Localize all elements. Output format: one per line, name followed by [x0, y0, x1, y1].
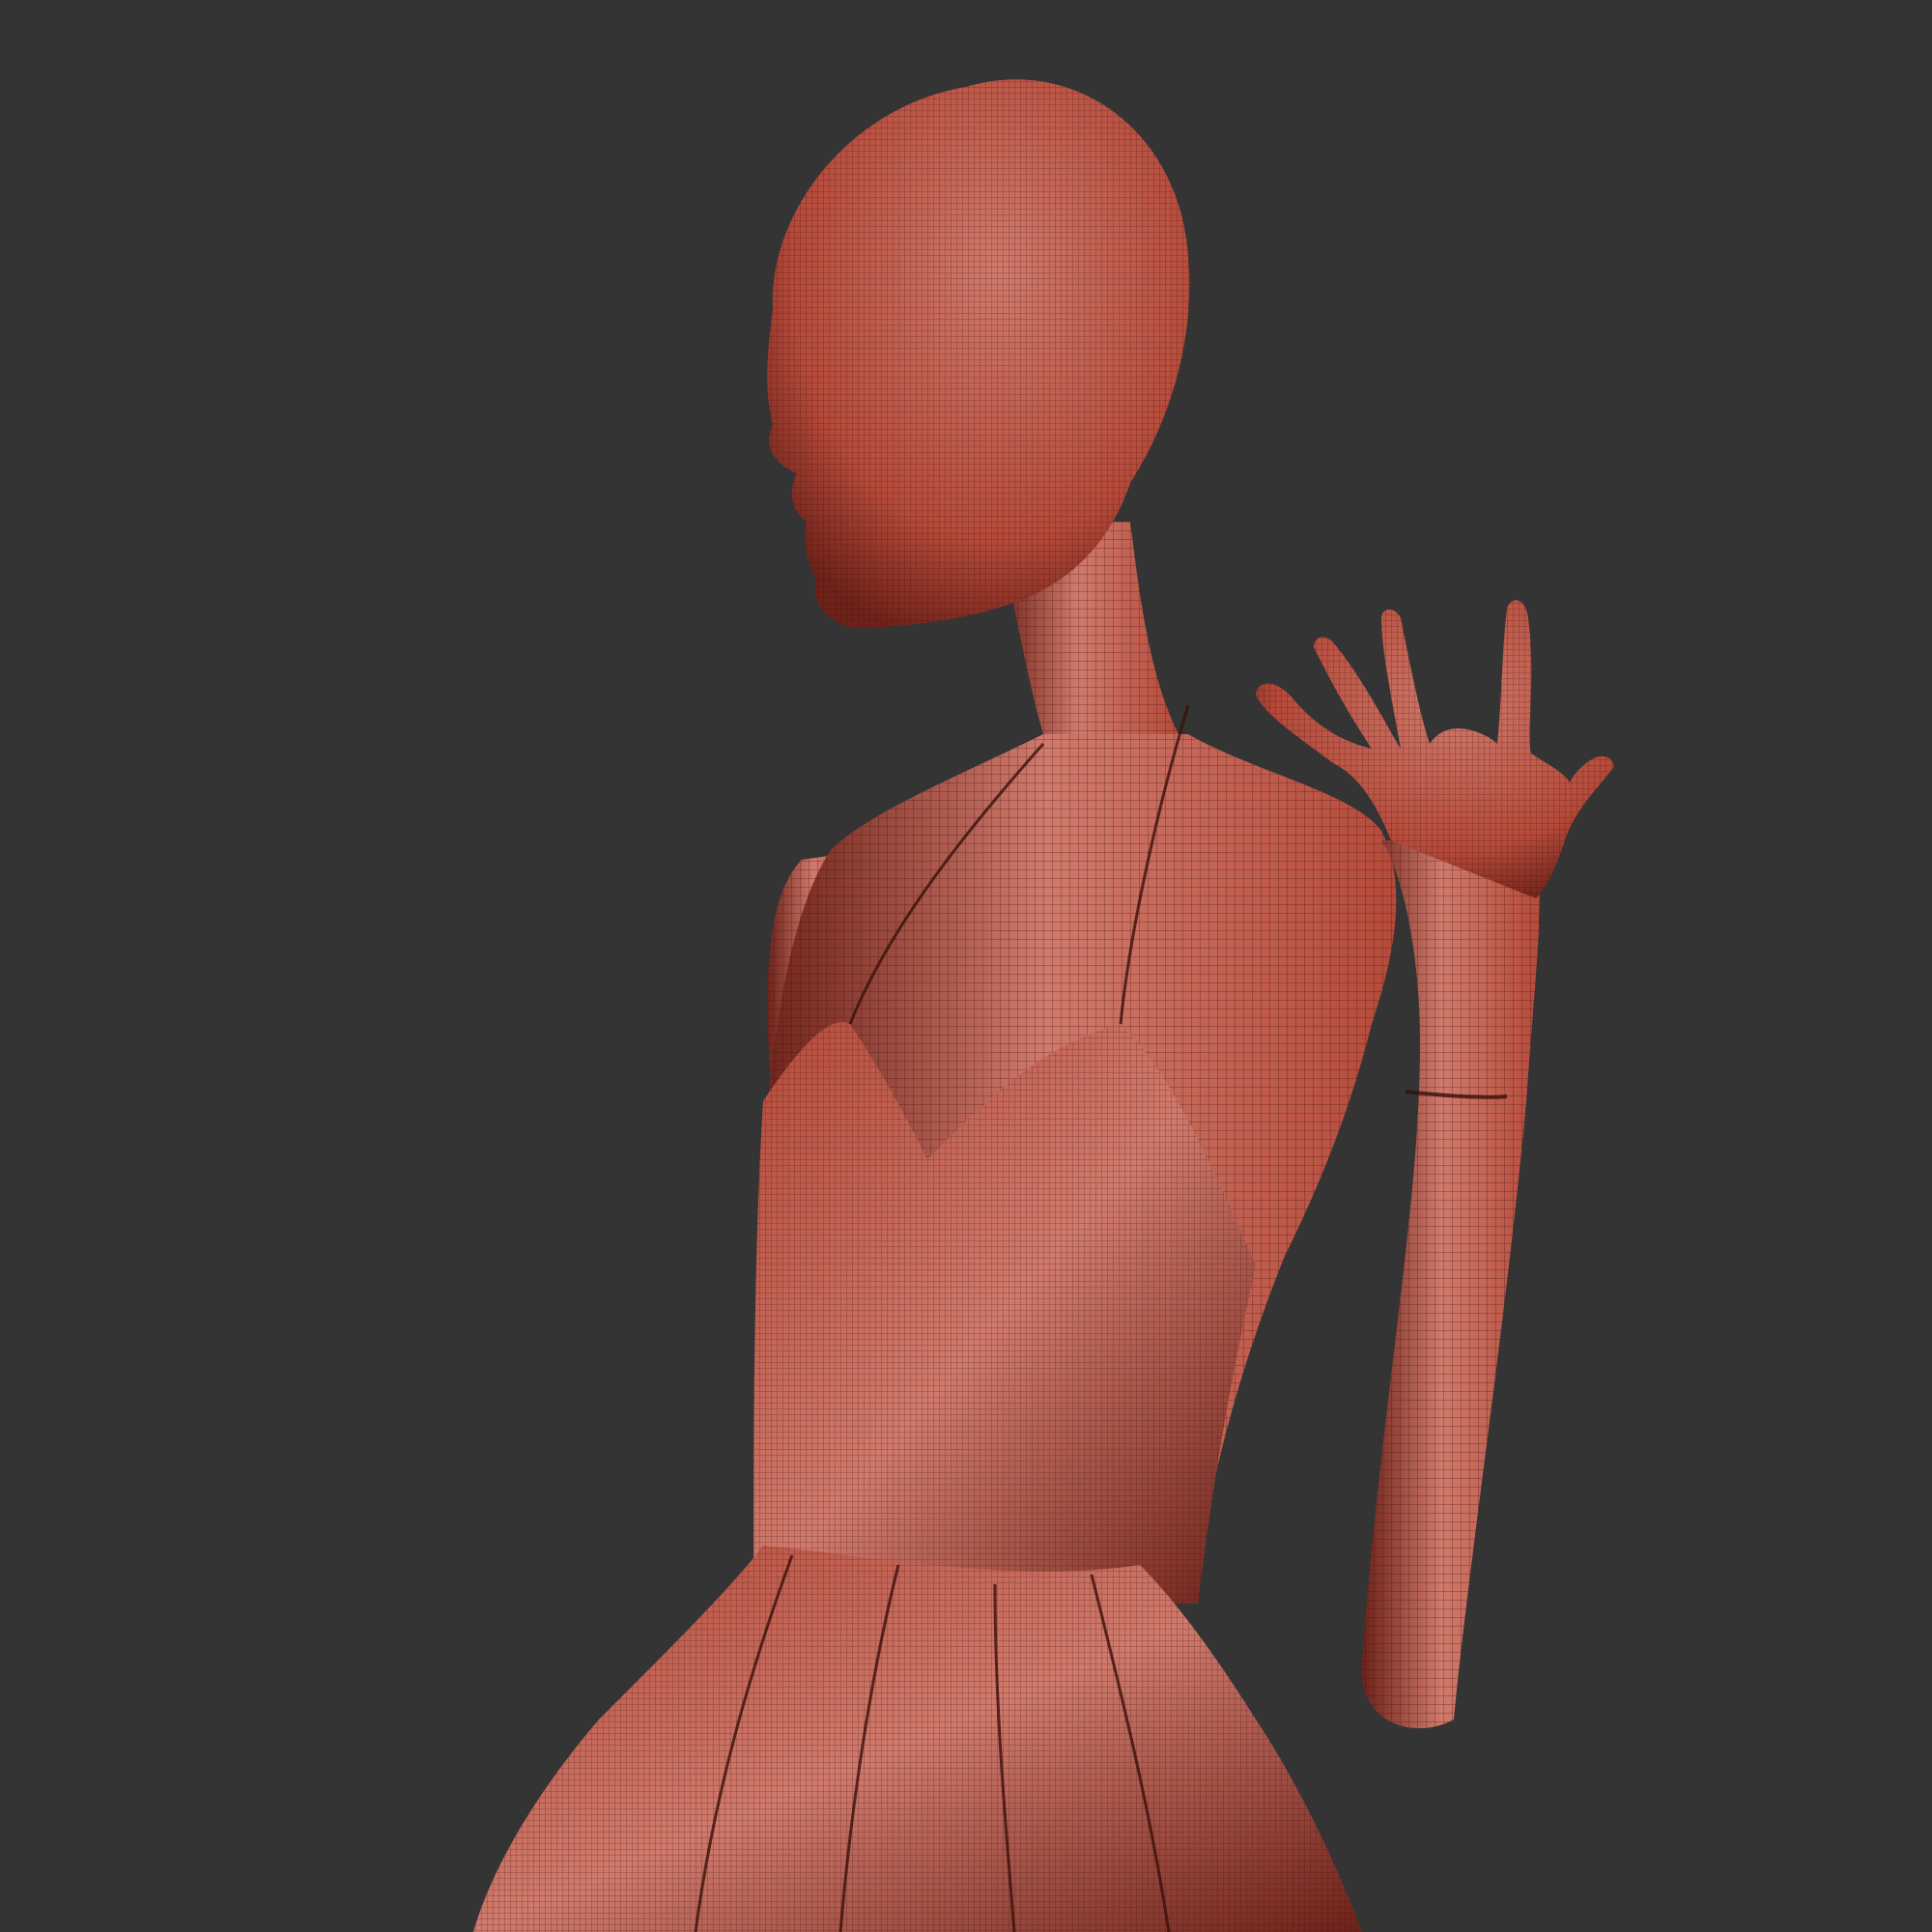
mannequin-render	[473, 79, 1614, 1932]
3d-viewport[interactable]	[0, 0, 1932, 1932]
